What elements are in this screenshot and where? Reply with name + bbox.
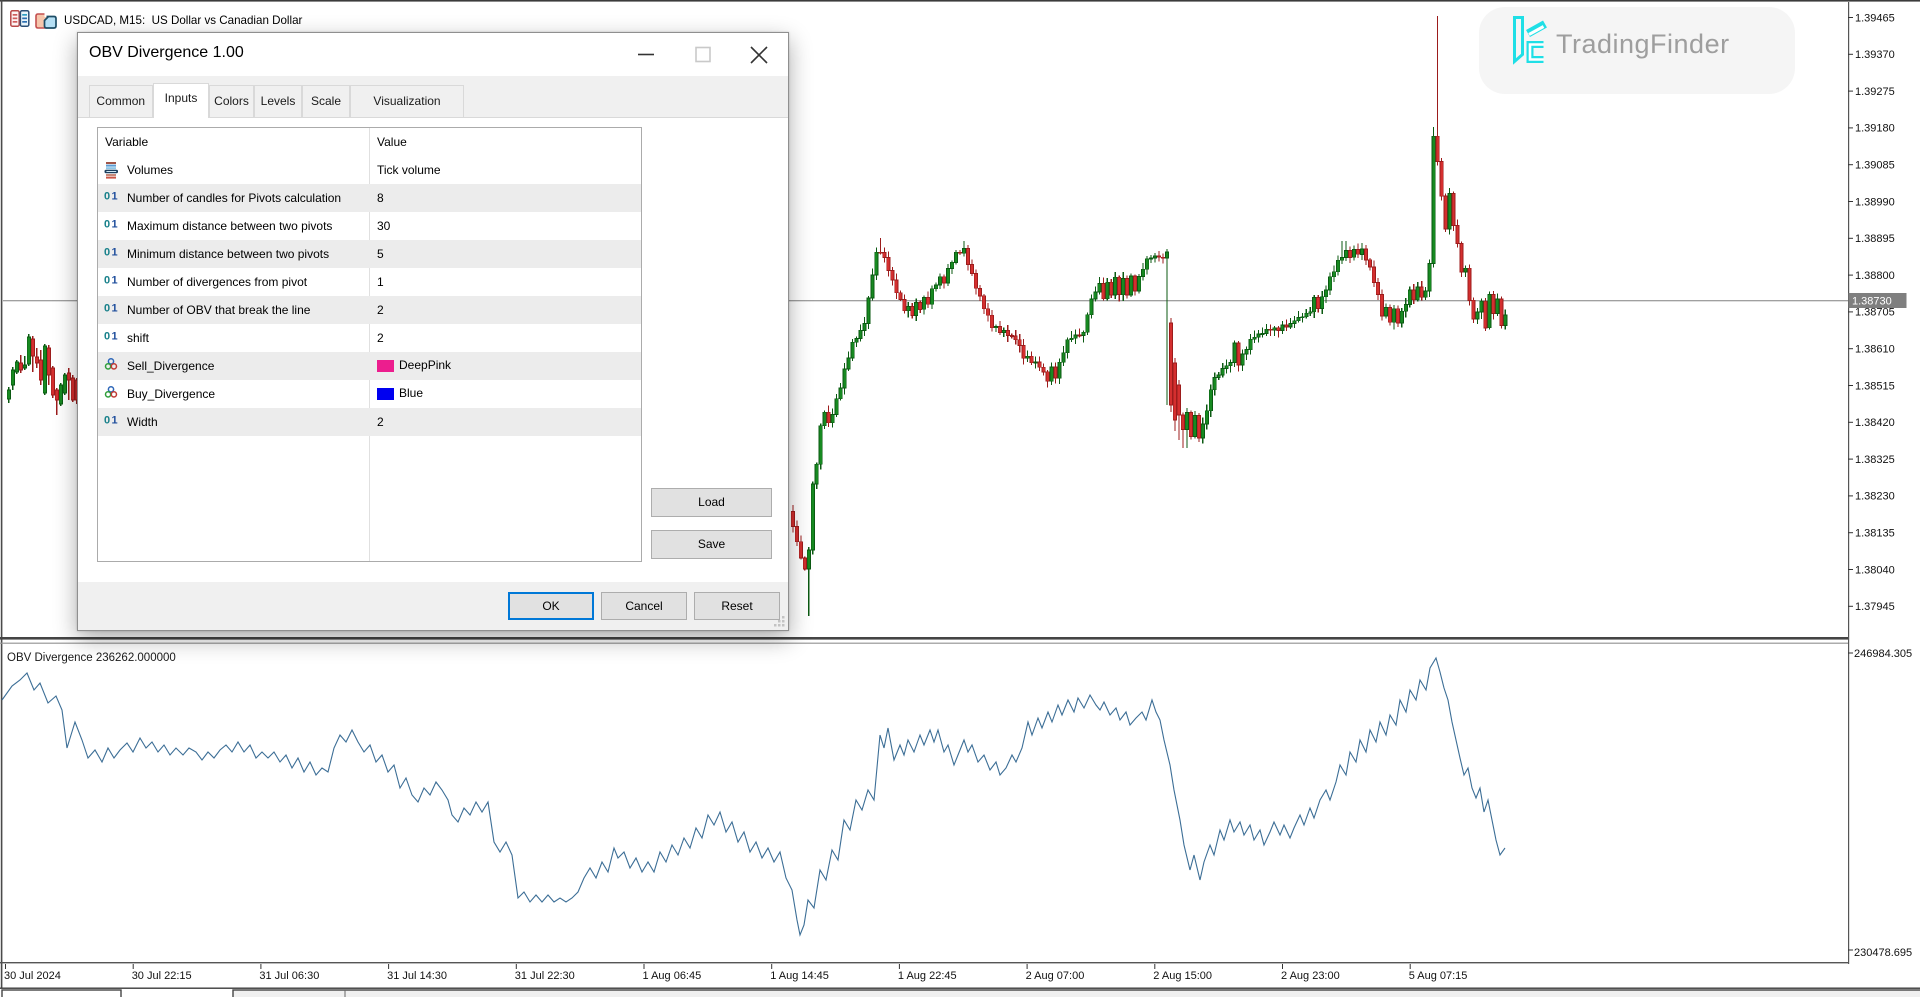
svg-text:0: 0 [104,219,110,230]
svg-text:1.38515: 1.38515 [1855,380,1895,392]
svg-text:1.37945: 1.37945 [1855,601,1895,613]
svg-text:1: 1 [112,331,118,342]
svg-text:1: 1 [112,247,118,258]
svg-text:1: 1 [112,191,118,202]
svg-text:30 Jul 22:15: 30 Jul 22:15 [132,970,192,982]
svg-text:TradingFinder: TradingFinder [1556,29,1730,59]
svg-text:1.38705: 1.38705 [1855,307,1895,319]
svg-text:1.38325: 1.38325 [1855,454,1895,466]
svg-text:246984.305: 246984.305 [1854,648,1912,660]
svg-text:1.38895: 1.38895 [1855,233,1895,245]
svg-text:5 Aug 07:15: 5 Aug 07:15 [1409,970,1468,982]
svg-text:0: 0 [104,331,110,342]
svg-text:31 Jul 06:30: 31 Jul 06:30 [259,970,319,982]
svg-text:1.38730: 1.38730 [1852,296,1892,308]
svg-text:30 Jul 2024: 30 Jul 2024 [4,970,61,982]
svg-text:0: 0 [104,275,110,286]
svg-text:1.39085: 1.39085 [1855,160,1895,172]
svg-text:1.39465: 1.39465 [1855,12,1895,24]
svg-text:1: 1 [112,303,118,314]
svg-text:0: 0 [104,303,110,314]
svg-text:1 Aug 22:45: 1 Aug 22:45 [898,970,957,982]
svg-text:2 Aug 15:00: 2 Aug 15:00 [1153,970,1212,982]
svg-text:31 Jul 14:30: 31 Jul 14:30 [387,970,447,982]
svg-text:0: 0 [104,191,110,202]
svg-text:2 Aug 23:00: 2 Aug 23:00 [1281,970,1340,982]
svg-text:230478.695: 230478.695 [1854,947,1912,959]
svg-text:1.38420: 1.38420 [1855,417,1895,429]
svg-text:1.38610: 1.38610 [1855,344,1895,356]
svg-text:1.39180: 1.39180 [1855,123,1895,135]
svg-text:OBV Divergence 236262.000000: OBV Divergence 236262.000000 [7,652,176,664]
svg-text:31 Jul 22:30: 31 Jul 22:30 [515,970,575,982]
svg-text:1.38135: 1.38135 [1855,528,1895,540]
svg-text:0: 0 [104,247,110,258]
svg-text:0: 0 [104,415,110,426]
svg-text:1.39275: 1.39275 [1855,86,1895,98]
svg-text:1.39370: 1.39370 [1855,49,1895,61]
svg-text:USDCAD, M15: US Dollar vs Can: USDCAD, M15: US Dollar vs Canadian Dolla… [64,14,303,27]
svg-text:1: 1 [112,219,118,230]
svg-text:1: 1 [112,275,118,286]
svg-text:1 Aug 06:45: 1 Aug 06:45 [643,970,702,982]
svg-text:1 Aug 14:45: 1 Aug 14:45 [770,970,829,982]
svg-text:1.38230: 1.38230 [1855,491,1895,503]
svg-text:1: 1 [112,415,118,426]
svg-text:1.38990: 1.38990 [1855,196,1895,208]
svg-text:2 Aug 07:00: 2 Aug 07:00 [1026,970,1085,982]
svg-text:1.38800: 1.38800 [1855,270,1895,282]
svg-text:1.38040: 1.38040 [1855,564,1895,576]
